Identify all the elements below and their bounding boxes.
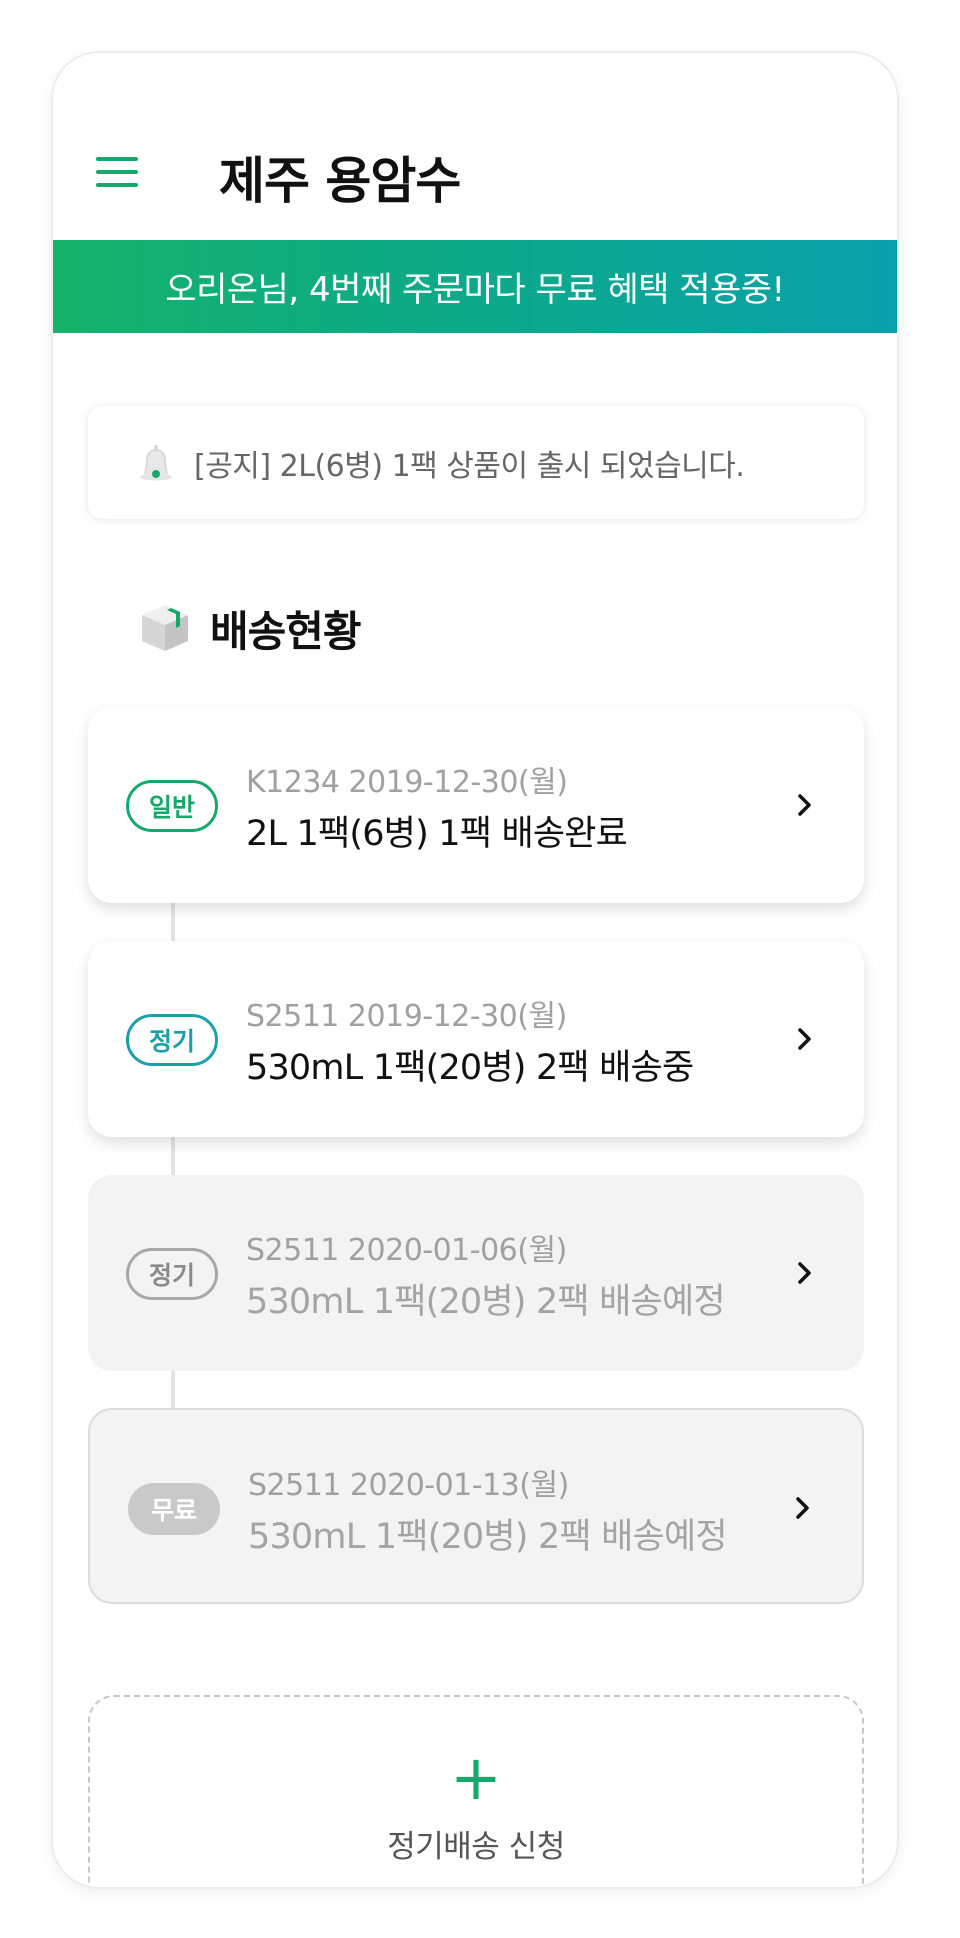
delivery-section-header: 배송현황 xyxy=(138,598,362,658)
order-description: 530mL 1팩(20병) 2팩 배송예정 xyxy=(248,1517,728,1557)
delivery-item[interactable]: 정기 S2511 2020-01-06(월) 530mL 1팩(20병) 2팩 … xyxy=(88,1175,864,1371)
chevron-right-icon xyxy=(790,785,820,825)
promo-banner-text: 오리온님, 4번째 주문마다 무료 혜택 적용중! xyxy=(165,270,785,310)
app-frame: 제주 용암수 오리온님, 4번째 주문마다 무료 혜택 적용중! [공지] 2L… xyxy=(51,51,899,1889)
order-meta: K1234 2019-12-30(월) xyxy=(246,765,568,800)
delivery-item[interactable]: 무료 S2511 2020-01-13(월) 530mL 1팩(20병) 2팩 … xyxy=(88,1408,864,1604)
order-type-badge: 정기 xyxy=(126,1248,218,1300)
delivery-item[interactable]: 일반 K1234 2019-12-30(월) 2L 1팩(6병) 1팩 배송완료 xyxy=(88,707,864,903)
subscribe-label: 정기배송 신청 xyxy=(387,1829,565,1865)
app-header: 제주 용암수 xyxy=(53,53,897,240)
chevron-right-icon xyxy=(788,1488,818,1528)
order-meta: S2511 2020-01-13(월) xyxy=(248,1468,569,1503)
notice-bar[interactable]: [공지] 2L(6병) 1팩 상품이 출시 되었습니다. xyxy=(88,406,864,519)
order-type-badge: 정기 xyxy=(126,1014,218,1066)
notice-text: [공지] 2L(6병) 1팩 상품이 출시 되었습니다. xyxy=(194,448,745,484)
order-description: 2L 1팩(6병) 1팩 배송완료 xyxy=(246,814,628,854)
promo-banner: 오리온님, 4번째 주문마다 무료 혜택 적용중! xyxy=(53,240,897,333)
order-meta: S2511 2019-12-30(월) xyxy=(246,999,567,1034)
chevron-right-icon xyxy=(790,1253,820,1293)
subscribe-button[interactable]: + 정기배송 신청 xyxy=(88,1695,864,1887)
hamburger-icon[interactable] xyxy=(93,155,141,189)
section-title: 배송현황 xyxy=(210,606,362,656)
delivery-item[interactable]: 정기 S2511 2019-12-30(월) 530mL 1팩(20병) 2팩 … xyxy=(88,941,864,1137)
order-description: 530mL 1팩(20병) 2팩 배송예정 xyxy=(246,1282,726,1322)
order-meta: S2511 2020-01-06(월) xyxy=(246,1233,567,1268)
page-title: 제주 용암수 xyxy=(219,152,461,210)
order-type-badge: 무료 xyxy=(128,1483,220,1535)
bell-icon xyxy=(136,443,176,483)
plus-icon: + xyxy=(450,1741,502,1814)
box-icon xyxy=(138,601,192,655)
chevron-right-icon xyxy=(790,1019,820,1059)
order-description: 530mL 1팩(20병) 2팩 배송중 xyxy=(246,1048,694,1088)
order-type-badge: 일반 xyxy=(126,780,218,832)
